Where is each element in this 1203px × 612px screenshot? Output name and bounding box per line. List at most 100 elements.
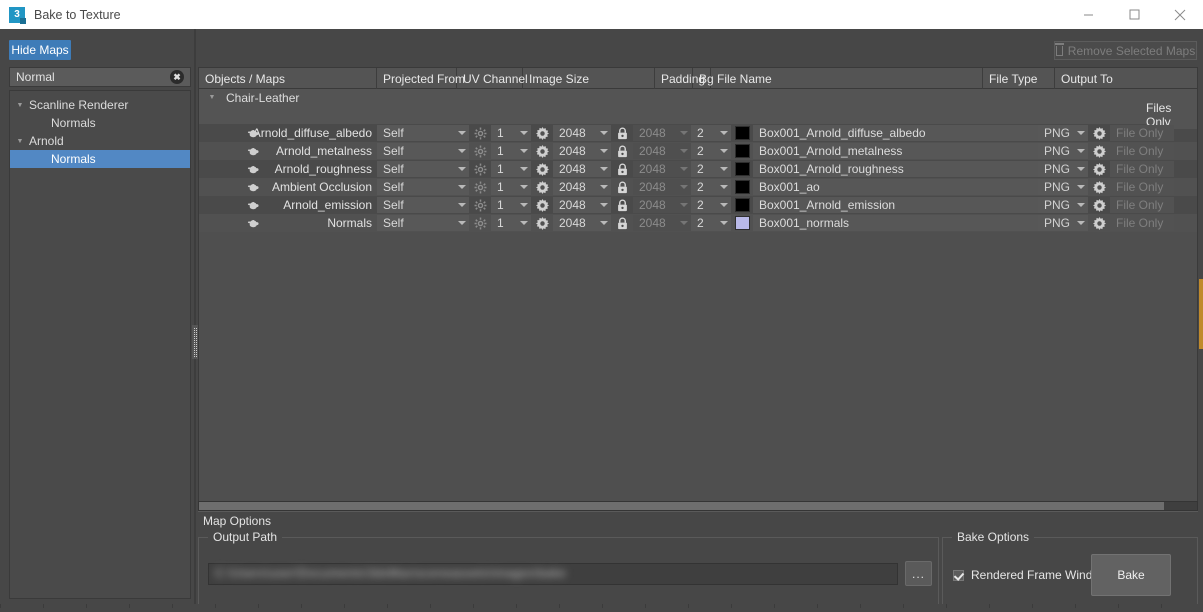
image-settings-gear-icon[interactable] (531, 124, 553, 142)
projected-from-dropdown[interactable]: Self (377, 143, 455, 159)
padding-caret[interactable] (717, 125, 731, 141)
file-type-settings-gear-icon[interactable] (1088, 124, 1110, 142)
projected-from-dropdown[interactable]: Self (377, 215, 455, 231)
chevron-down-icon[interactable]: ▼ (14, 138, 26, 145)
tree-item-scanline-renderer-0[interactable]: ▼ Scanline Renderer (10, 96, 190, 114)
chevron-down-icon[interactable]: ▼ (206, 94, 218, 101)
projected-from-dropdown[interactable]: Self (377, 161, 455, 177)
horizontal-scrollbar[interactable] (198, 501, 1198, 511)
aspect-lock-icon[interactable] (611, 160, 633, 178)
projection-settings-gear-icon[interactable] (469, 196, 491, 214)
image-width-caret[interactable] (597, 125, 611, 141)
file-type-settings-gear-icon[interactable] (1088, 214, 1110, 232)
file-type-caret[interactable] (1074, 143, 1088, 159)
background-color-swatch[interactable] (731, 196, 753, 214)
projection-settings-gear-icon[interactable] (469, 142, 491, 160)
image-settings-gear-icon[interactable] (531, 178, 553, 196)
map-name-cell[interactable]: Arnold_diffuse_albedo (199, 124, 377, 142)
uv-channel-dropdown[interactable]: 1 (491, 125, 517, 141)
projected-from-dropdown[interactable]: Self (377, 125, 455, 141)
map-filter-field[interactable]: Normal ✖ (9, 67, 191, 87)
image-settings-gear-icon[interactable] (531, 196, 553, 214)
remove-selected-maps-button[interactable]: Remove Selected Maps (1054, 41, 1197, 60)
tree-item-normals-1[interactable]: Normals (10, 114, 190, 132)
uv-channel-dropdown[interactable]: 1 (491, 161, 517, 177)
map-name-cell[interactable]: Arnold_metalness (199, 142, 377, 160)
aspect-lock-icon[interactable] (611, 142, 633, 160)
object-group-row[interactable]: ▼ Chair-Leather (199, 89, 1197, 106)
projected-from-caret[interactable] (455, 215, 469, 231)
image-settings-gear-icon[interactable] (531, 142, 553, 160)
file-type-dropdown[interactable]: PNG (1038, 125, 1074, 141)
background-color-swatch[interactable] (731, 124, 753, 142)
table-row[interactable]: Arnold_diffuse_albedo Self 1 2048 2048 2 Box00… (199, 124, 1197, 142)
image-width-caret[interactable] (597, 179, 611, 195)
projected-from-caret[interactable] (455, 143, 469, 159)
maximize-icon[interactable] (1111, 0, 1157, 29)
file-type-caret[interactable] (1074, 215, 1088, 231)
padding-dropdown[interactable]: 2 (691, 197, 717, 213)
projected-from-caret[interactable] (455, 125, 469, 141)
tree-item-normals-3[interactable]: Normals (10, 150, 190, 168)
file-type-dropdown[interactable]: PNG (1038, 197, 1074, 213)
tree-item-arnold-2[interactable]: ▼ Arnold (10, 132, 190, 150)
uv-channel-caret[interactable] (517, 161, 531, 177)
file-type-caret[interactable] (1074, 125, 1088, 141)
bake-button[interactable]: Bake (1091, 554, 1171, 596)
file-name-input[interactable]: Box001_normals (753, 215, 1038, 231)
padding-dropdown[interactable]: 2 (691, 125, 717, 141)
projection-settings-gear-icon[interactable] (469, 160, 491, 178)
file-type-caret[interactable] (1074, 179, 1088, 195)
image-width-caret[interactable] (597, 215, 611, 231)
uv-channel-caret[interactable] (517, 179, 531, 195)
aspect-lock-icon[interactable] (611, 196, 633, 214)
projected-from-caret[interactable] (455, 197, 469, 213)
file-name-input[interactable]: Box001_Arnold_metalness (753, 143, 1038, 159)
uv-channel-caret[interactable] (517, 143, 531, 159)
image-width-caret[interactable] (597, 161, 611, 177)
projected-from-caret[interactable] (455, 161, 469, 177)
aspect-lock-icon[interactable] (611, 178, 633, 196)
file-type-caret[interactable] (1074, 161, 1088, 177)
projection-settings-gear-icon[interactable] (469, 214, 491, 232)
column-header-padding[interactable]: Padding (655, 68, 705, 89)
horizontal-scrollbar-thumb[interactable] (199, 502, 1164, 510)
chevron-down-icon[interactable]: ▼ (14, 102, 26, 109)
image-width-dropdown[interactable]: 2048 (553, 179, 597, 195)
file-name-input[interactable]: Box001_Arnold_diffuse_albedo (753, 125, 1038, 141)
uv-channel-caret[interactable] (517, 125, 531, 141)
table-row[interactable]: Arnold_metalness Self 1 2048 2048 2 Box001_Arn… (199, 142, 1197, 160)
file-type-caret[interactable] (1074, 197, 1088, 213)
close-icon[interactable] (1157, 0, 1203, 29)
hide-maps-button[interactable]: Hide Maps (9, 40, 71, 60)
background-color-swatch[interactable] (731, 214, 753, 232)
file-type-dropdown[interactable]: PNG (1038, 179, 1074, 195)
file-name-input[interactable]: Box001_Arnold_roughness (753, 161, 1038, 177)
file-type-dropdown[interactable]: PNG (1038, 215, 1074, 231)
image-width-dropdown[interactable]: 2048 (553, 125, 597, 141)
aspect-lock-icon[interactable] (611, 124, 633, 142)
file-type-settings-gear-icon[interactable] (1088, 178, 1110, 196)
padding-caret[interactable] (717, 161, 731, 177)
background-color-swatch[interactable] (731, 178, 753, 196)
file-type-dropdown[interactable]: PNG (1038, 143, 1074, 159)
image-width-dropdown[interactable]: 2048 (553, 143, 597, 159)
browse-output-path-button[interactable]: ... (905, 561, 932, 586)
image-width-caret[interactable] (597, 143, 611, 159)
background-color-swatch[interactable] (731, 142, 753, 160)
image-settings-gear-icon[interactable] (531, 214, 553, 232)
column-header-file-name[interactable]: File Name (711, 68, 983, 89)
map-name-cell[interactable]: Normals (199, 214, 377, 232)
padding-caret[interactable] (717, 143, 731, 159)
column-header-bg[interactable]: Bg (693, 68, 714, 89)
padding-caret[interactable] (717, 179, 731, 195)
file-type-dropdown[interactable]: PNG (1038, 161, 1074, 177)
column-header-projected-from[interactable]: Projected From (377, 68, 465, 89)
uv-channel-caret[interactable] (517, 215, 531, 231)
column-header-file-type[interactable]: File Type (983, 68, 1055, 89)
image-width-dropdown[interactable]: 2048 (553, 197, 597, 213)
file-type-settings-gear-icon[interactable] (1088, 196, 1110, 214)
padding-dropdown[interactable]: 2 (691, 161, 717, 177)
file-name-input[interactable]: Box001_Arnold_emission (753, 197, 1038, 213)
file-type-settings-gear-icon[interactable] (1088, 160, 1110, 178)
